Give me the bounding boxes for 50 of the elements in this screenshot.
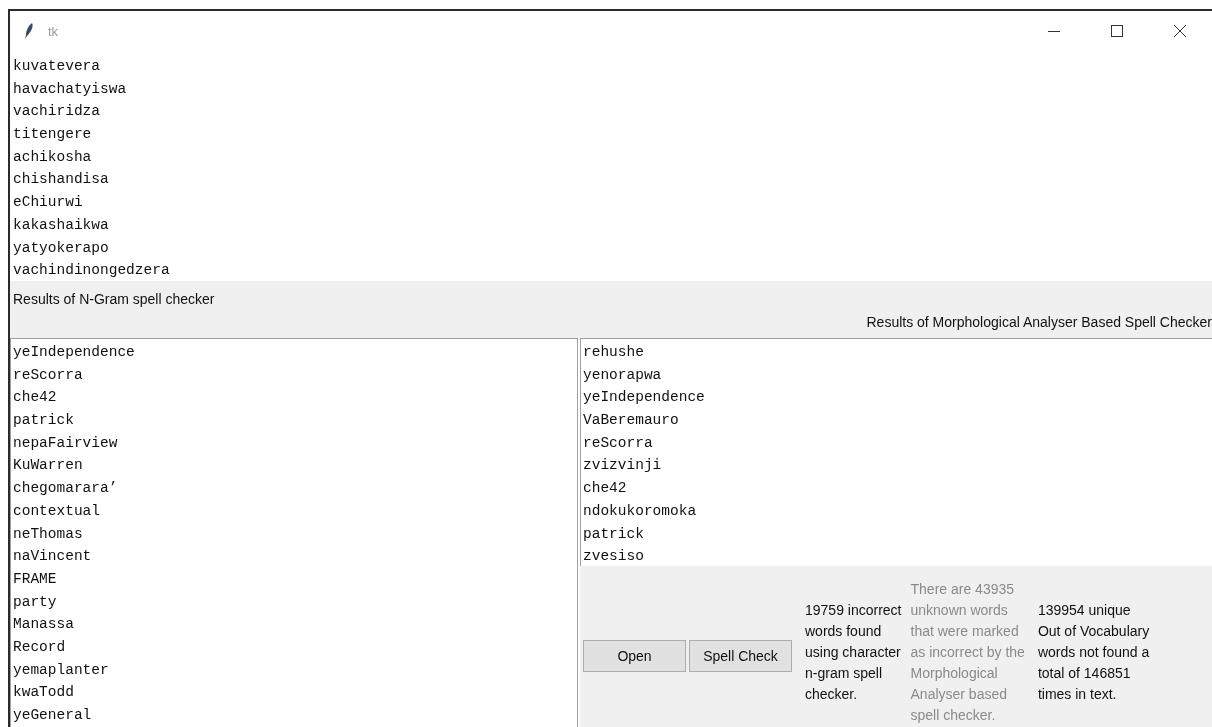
morph-results-heading: Results of Morphological Analyser Based Spell Checker [866, 314, 1212, 330]
text-line: yeIndependence [13, 343, 136, 362]
text-line: yatyokerapo [13, 238, 110, 258]
ngram-results-heading: Results of N-Gram spell checker [12, 290, 215, 307]
text-line: patrick [583, 524, 645, 544]
close-icon[interactable] [1174, 25, 1186, 37]
text-line: titengere [13, 125, 93, 145]
window-title: tk [48, 23, 59, 39]
text-line: Manassa [13, 615, 75, 635]
text-line: KuWarren [13, 456, 84, 476]
text-area[interactable]: rehushe yenorapwa yeIndependence VaBeremauro reScorra zvizvinji che42 ndokukoromoka patrick zvesiso [580, 338, 1212, 566]
text-line: nepaFairview [13, 433, 119, 453]
text-line: yeGeneral [13, 706, 93, 725]
text-area[interactable]: yeIndependence reScorra che42 patrick nepaFairview KuWarren chegomarara’ contextual neThomas naVincent FRAME party Manassa Record yemaplanter kwaTodd yeGeneral [10, 338, 578, 727]
text-line: ndokukoromoka [583, 501, 698, 521]
text-line: che42 [583, 479, 628, 499]
action-button[interactable]: Spell Check [689, 640, 792, 672]
maximize-icon[interactable] [1111, 25, 1123, 37]
text-line: neThomas [13, 524, 84, 544]
text-line: zvizvinji [583, 456, 663, 476]
text-line: Record [13, 637, 67, 657]
text-line: yenorapwa [583, 365, 663, 385]
text-line: contextual [13, 501, 101, 521]
text-line: eChiurwi [13, 193, 84, 213]
text-line: FRAME [13, 569, 58, 589]
text-line: chegomarara’ [13, 479, 119, 499]
text-line: yeIndependence [583, 388, 706, 408]
text-line: havachatyiswa [13, 79, 128, 99]
text-line: kuvatevera [13, 57, 101, 76]
text-line: VaBeremauro [583, 411, 680, 431]
feather-icon [24, 22, 34, 40]
summary-label: 19759 incorrect words found using character n-gram spell checker. [805, 600, 902, 704]
text-line: achikosha [13, 147, 93, 167]
text-line: vachindinongedzera [13, 261, 171, 281]
text-line: reScorra [583, 433, 654, 453]
text-line: che42 [13, 388, 58, 408]
text-line: kakashaikwa [13, 215, 110, 235]
text-line: party [13, 592, 58, 612]
summary-label: There are 43935 unknown words that were marked as incorrect by the Morphological Analyser based spell checker. [910, 579, 1025, 725]
summary-label: 139954 unique Out of Vocabulary words not found a total of 146851 times in text. [1037, 600, 1150, 704]
action-button[interactable]: Open [583, 640, 686, 672]
text-line: kwaTodd [13, 683, 75, 703]
text-line: patrick [13, 411, 75, 431]
text-line: rehushe [583, 343, 645, 362]
text-line: yemaplanter [13, 660, 110, 680]
text-line: chishandisa [13, 170, 110, 190]
text-line: naVincent [13, 547, 93, 567]
text-line: reScorra [13, 365, 84, 385]
text-line: vachiridza [13, 102, 101, 122]
text-line: zvesiso [583, 547, 645, 567]
